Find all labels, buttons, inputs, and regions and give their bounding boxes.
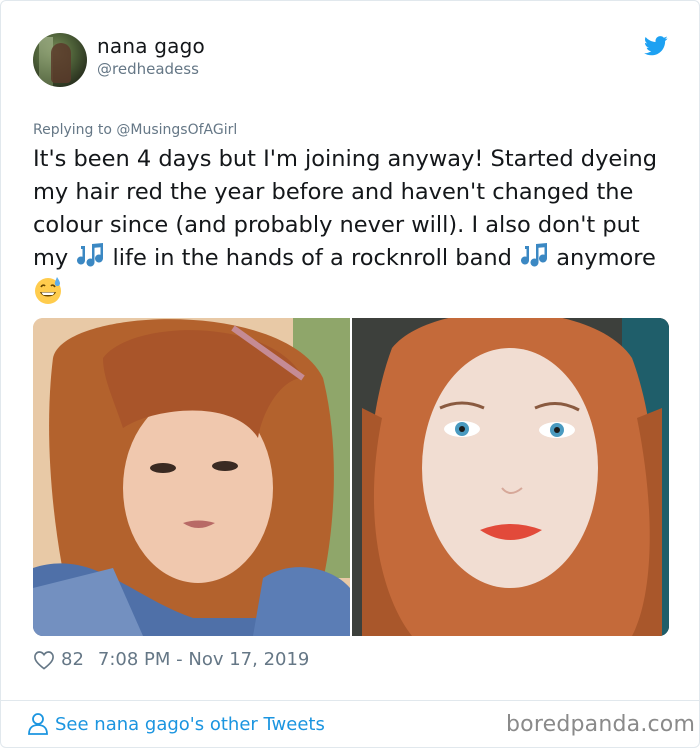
divider bbox=[1, 700, 700, 701]
replying-mention[interactable]: @MusingsOfAGirl bbox=[116, 122, 237, 138]
photo-grid bbox=[33, 318, 669, 636]
replying-to: Replying to @MusingsOfAGirl bbox=[33, 122, 237, 138]
photo-after-illustration bbox=[352, 318, 669, 636]
person-icon bbox=[28, 713, 48, 735]
photo-after[interactable] bbox=[352, 318, 669, 636]
user-handle[interactable]: @redheadess bbox=[97, 60, 199, 78]
tweet-text-part2: life in the hands of a rocknroll band bbox=[105, 245, 520, 271]
display-name[interactable]: nana gago bbox=[97, 34, 205, 58]
twitter-bird-icon[interactable] bbox=[644, 36, 668, 56]
see-more-tweets-link[interactable]: See nana gago's other Tweets bbox=[27, 712, 325, 736]
heart-icon[interactable] bbox=[33, 650, 55, 670]
tweet-card: nana gago @redheadess Replying to @Musin… bbox=[0, 0, 700, 748]
replying-label: Replying to bbox=[33, 122, 117, 138]
like-count[interactable]: 82 bbox=[61, 649, 84, 670]
tweet-meta: 82 7:08 PM - Nov 17, 2019 bbox=[33, 649, 309, 670]
tweet-text-part3: anymore bbox=[549, 245, 656, 271]
photo-before[interactable] bbox=[33, 318, 350, 636]
see-more-label: See nana gago's other Tweets bbox=[55, 713, 325, 735]
tweet-text: It's been 4 days but I'm joining anyway!… bbox=[33, 143, 673, 309]
musical-notes-icon bbox=[521, 243, 548, 267]
photo-before-illustration bbox=[33, 318, 350, 636]
timestamp[interactable]: 7:08 PM - Nov 17, 2019 bbox=[98, 649, 309, 670]
watermark: boredpanda.com bbox=[506, 712, 696, 737]
avatar[interactable] bbox=[33, 33, 87, 87]
grinning-sweat-emoji bbox=[35, 277, 61, 304]
musical-notes-icon bbox=[77, 243, 104, 267]
